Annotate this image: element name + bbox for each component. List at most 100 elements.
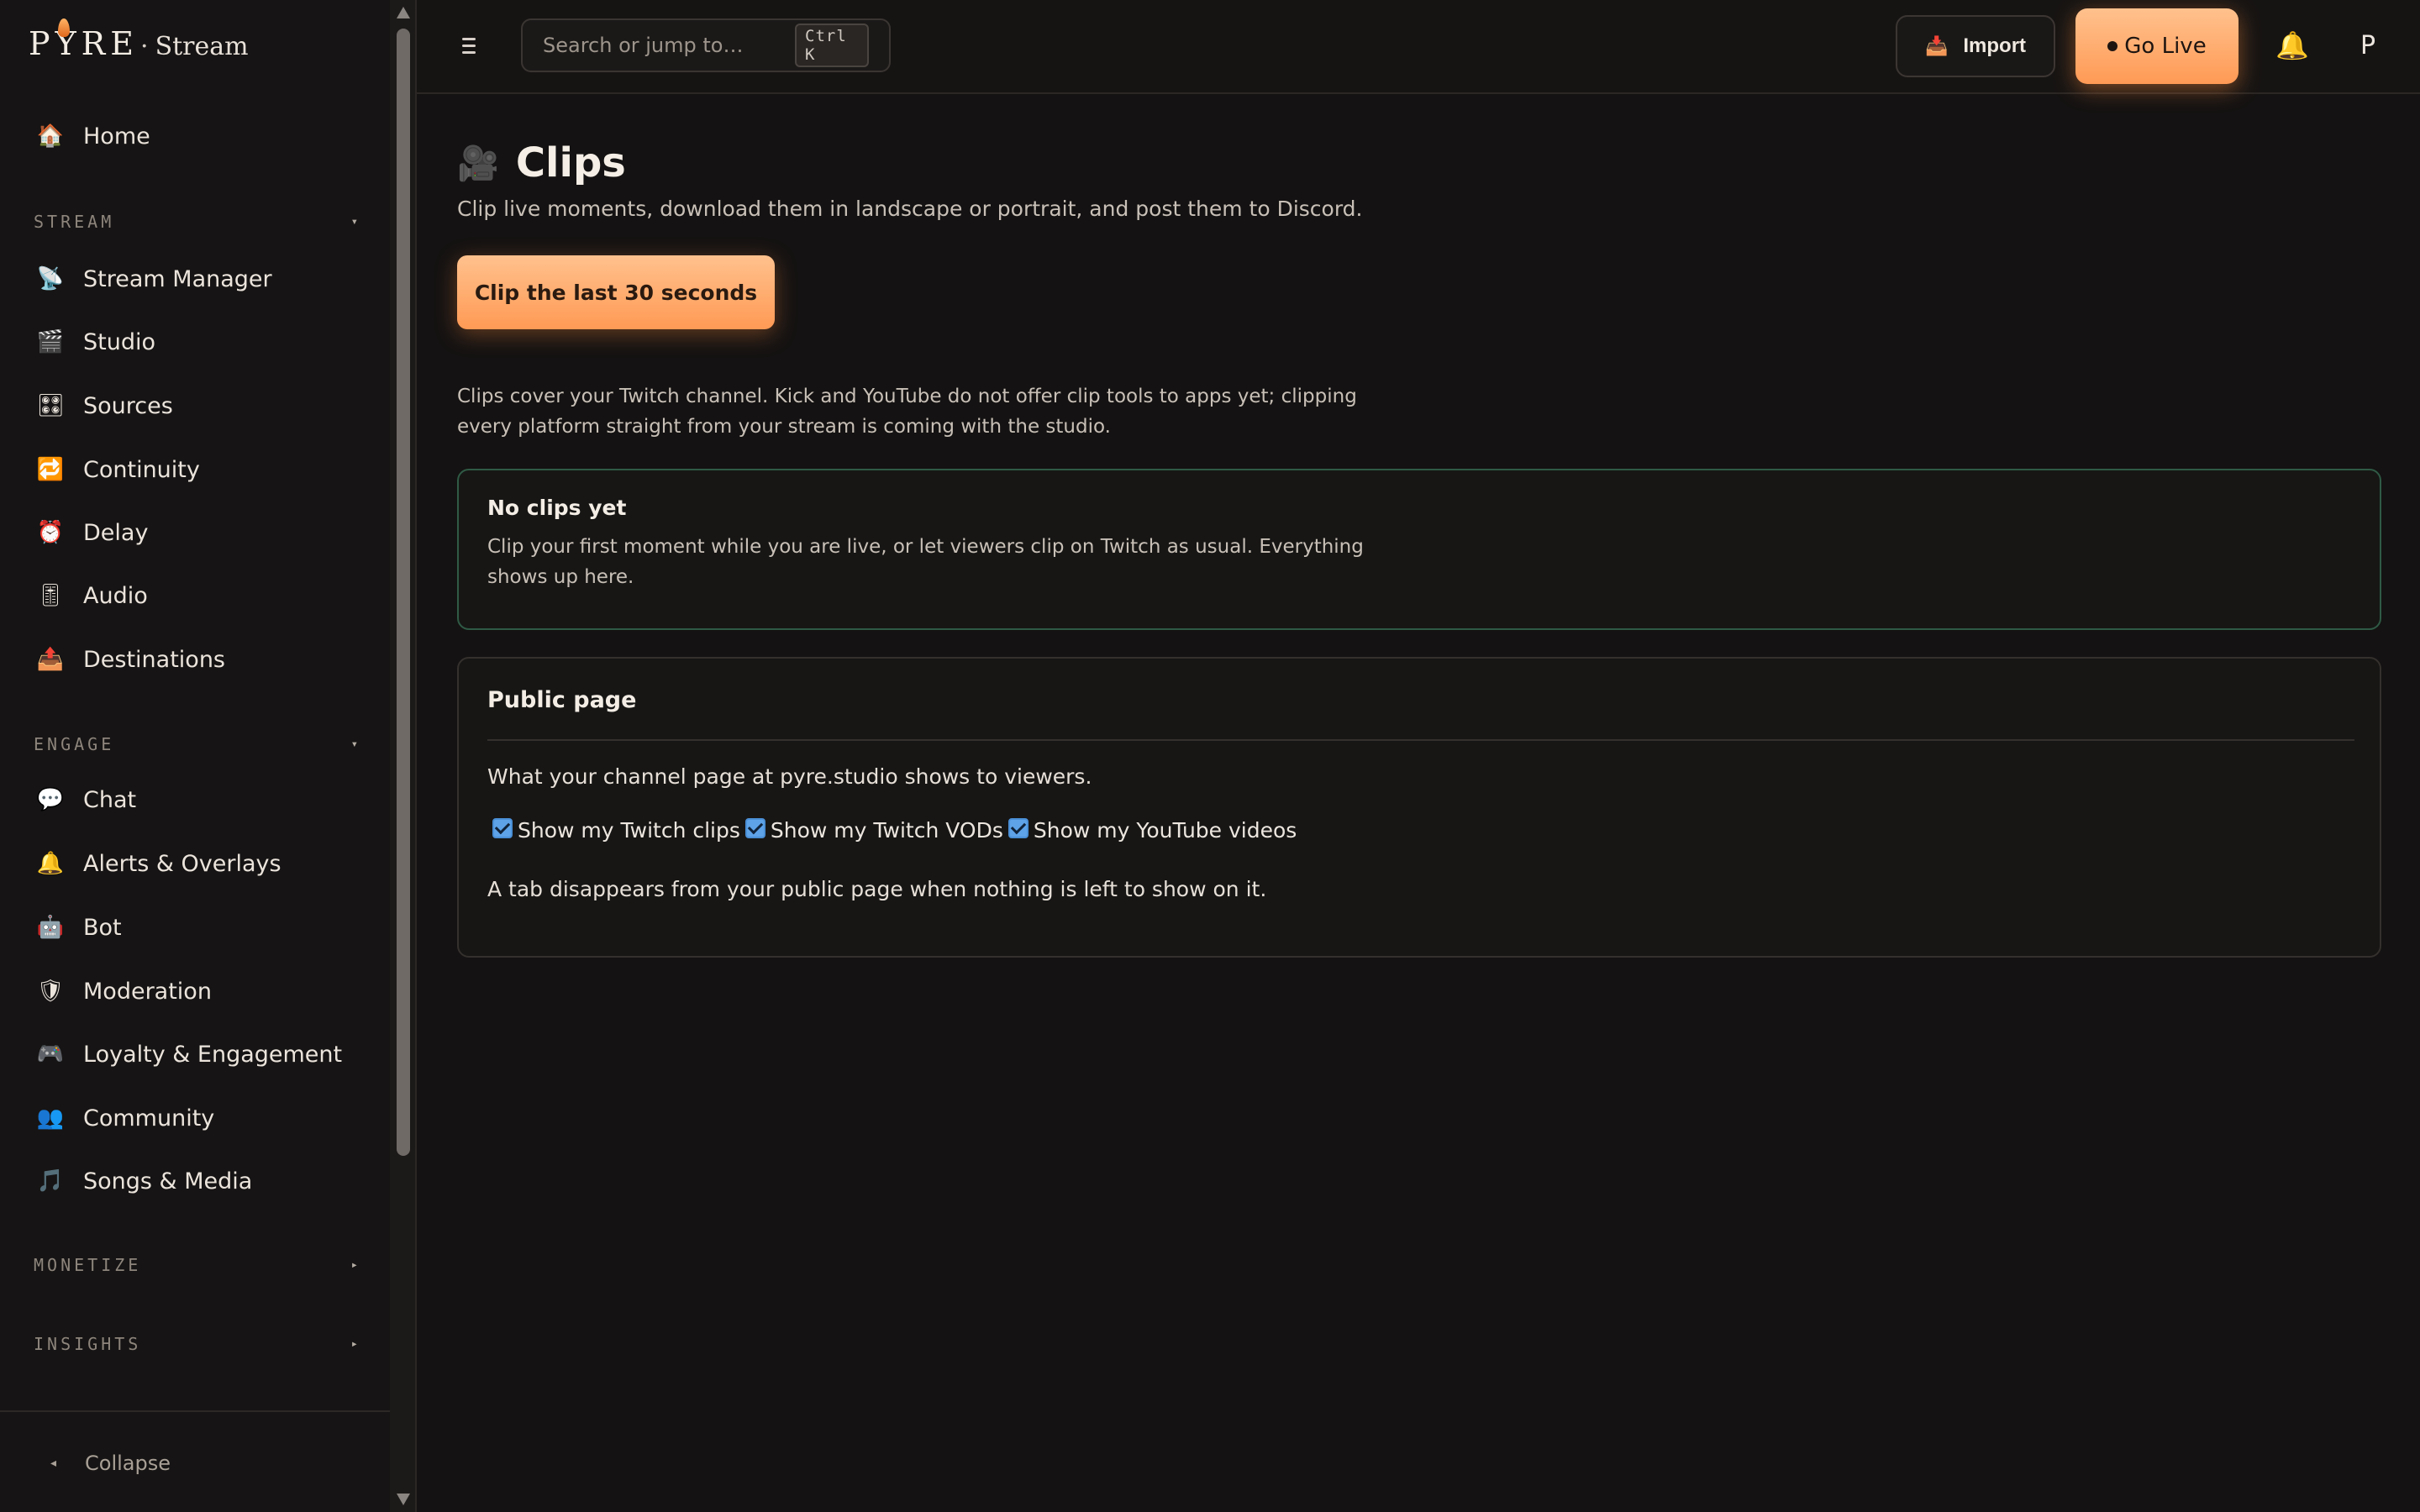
sidebar-item-label: Songs & Media	[83, 1168, 253, 1194]
search-input[interactable]	[543, 34, 795, 57]
alarm-clock-icon: ⏰	[36, 520, 65, 545]
chevron-left-icon: ◂	[50, 1457, 57, 1470]
sidebar-item-label: Home	[83, 123, 150, 150]
checkbox-label: Show my Twitch clips	[518, 818, 740, 843]
public-page-footnote: A tab disappears from your public page w…	[487, 877, 1267, 901]
clapper-board-icon: 🎬	[36, 329, 65, 354]
audio-meter-icon: 🎚	[36, 583, 65, 608]
sidebar-item-label: Community	[83, 1105, 215, 1131]
sidebar-item-label: Loyalty & Engagement	[83, 1041, 343, 1068]
sidebar: PYRE · Stream 🏠 Home STREAM ▾ 📡 Stream M…	[0, 0, 390, 1512]
repeat-icon: 🔁	[36, 457, 65, 482]
public-page-title: Public page	[487, 687, 637, 713]
public-page-card: Public page What your channel page at py…	[457, 657, 2381, 958]
scroll-down-arrow-icon[interactable]	[397, 1494, 410, 1505]
people-icon: 👥	[36, 1105, 65, 1131]
shield-icon: 🛡	[36, 979, 65, 1004]
section-label: ENGAGE	[34, 734, 115, 754]
collapse-sidebar-button[interactable]: ◂ Collapse	[50, 1445, 171, 1482]
sidebar-item-bot[interactable]: 🤖 Bot	[34, 904, 122, 951]
scroll-thumb[interactable]	[397, 29, 410, 1156]
speech-bubble-icon: 💬	[36, 787, 65, 812]
public-page-options: Show my Twitch clips Show my Twitch VODs…	[492, 817, 1302, 843]
satellite-dish-icon: 📡	[36, 266, 65, 291]
sidebar-item-stream-manager[interactable]: 📡 Stream Manager	[34, 255, 272, 302]
page-subtitle: Clip live moments, download them in land…	[457, 197, 1363, 221]
bell-icon[interactable]: 🔔	[2274, 27, 2311, 64]
avatar[interactable]: P	[2349, 25, 2386, 66]
sidebar-item-destinations[interactable]: 📤 Destinations	[34, 636, 225, 683]
checkbox-checked[interactable]	[1007, 817, 1028, 838]
sidebar-item-label: Sources	[83, 392, 173, 419]
checkbox-show-twitch-clips[interactable]: Show my Twitch clips	[492, 817, 740, 843]
sidebar-item-sources[interactable]: 🎛 Sources	[34, 382, 173, 429]
section-header-monetize[interactable]: MONETIZE ▸	[34, 1248, 358, 1282]
import-label: Import	[1963, 34, 2027, 57]
sidebar-item-label: Chat	[83, 786, 137, 813]
checkbox-checked[interactable]	[492, 817, 513, 838]
section-header-stream[interactable]: STREAM ▾	[34, 205, 358, 239]
checkbox-label: Show my Twitch VODs	[770, 818, 1003, 843]
divider	[487, 739, 2354, 741]
robot-icon: 🤖	[36, 915, 65, 940]
sidebar-item-continuity[interactable]: 🔁 Continuity	[34, 446, 200, 493]
sidebar-item-label: Bot	[83, 914, 122, 941]
brand-product: Stream	[155, 32, 249, 61]
sidebar-item-label: Destinations	[83, 646, 226, 673]
brand-name: PYRE	[29, 25, 139, 62]
house-icon: 🏠	[36, 123, 65, 149]
page-title: Clips	[515, 139, 626, 186]
sidebar-item-label: Delay	[83, 519, 149, 546]
section-label: STREAM	[34, 212, 115, 232]
top-bar: Ctrl K 📥 Import Go Live 🔔 P	[417, 0, 2420, 94]
hamburger-icon[interactable]	[462, 29, 482, 62]
sidebar-item-label: Stream Manager	[83, 265, 272, 292]
live-dot-icon	[2107, 41, 2118, 51]
music-note-icon: 🎵	[36, 1168, 65, 1194]
sidebar-scrollbar[interactable]	[390, 0, 417, 1512]
public-page-description: What your channel page at pyre.studio sh…	[487, 764, 1092, 789]
sidebar-item-label: Studio	[83, 328, 155, 355]
sidebar-item-loyalty-engagement[interactable]: 🎮 Loyalty & Engagement	[34, 1031, 342, 1078]
sidebar-item-chat[interactable]: 💬 Chat	[34, 776, 136, 823]
section-label: MONETIZE	[34, 1255, 142, 1275]
keyboard-shortcut-hint: Ctrl K	[795, 24, 869, 67]
sidebar-item-songs-media[interactable]: 🎵 Songs & Media	[34, 1158, 252, 1205]
bell-icon: 🔔	[36, 851, 65, 876]
go-live-label: Go Live	[2124, 34, 2207, 59]
sidebar-item-studio[interactable]: 🎬 Studio	[34, 318, 155, 365]
go-live-button[interactable]: Go Live	[2075, 8, 2238, 84]
sidebar-item-label: Moderation	[83, 978, 212, 1005]
sidebar-item-alerts-overlays[interactable]: 🔔 Alerts & Overlays	[34, 840, 281, 887]
game-controller-icon: 🎮	[36, 1042, 65, 1067]
checkbox-show-youtube-videos[interactable]: Show my YouTube videos	[1007, 817, 1297, 843]
outbox-tray-icon: 📤	[36, 647, 65, 672]
sidebar-item-label: Alerts & Overlays	[83, 850, 281, 877]
import-button[interactable]: 📥 Import	[1896, 15, 2055, 77]
sidebar-item-label: Continuity	[83, 456, 200, 483]
sidebar-item-moderation[interactable]: 🛡 Moderation	[34, 968, 212, 1015]
control-knobs-icon: 🎛	[36, 393, 65, 418]
empty-state-title: No clips yet	[487, 496, 627, 520]
brand-separator: ·	[140, 32, 149, 61]
sidebar-item-delay[interactable]: ⏰ Delay	[34, 509, 149, 556]
checkbox-label: Show my YouTube videos	[1033, 818, 1297, 843]
section-header-engage[interactable]: ENGAGE ▾	[34, 727, 358, 761]
chevron-down-icon: ▾	[350, 738, 358, 751]
scroll-up-arrow-icon[interactable]	[397, 7, 410, 18]
page-header: 🎥 Clips	[457, 136, 626, 190]
search-box[interactable]: Ctrl K	[521, 18, 891, 72]
section-header-insights[interactable]: INSIGHTS ▸	[34, 1327, 358, 1361]
sidebar-item-label: Audio	[83, 582, 148, 609]
collapse-label: Collapse	[85, 1452, 171, 1475]
chevron-down-icon: ▾	[350, 215, 358, 228]
sidebar-item-community[interactable]: 👥 Community	[34, 1095, 214, 1142]
sidebar-divider	[0, 1410, 390, 1412]
inbox-tray-icon: 📥	[1924, 35, 1949, 56]
checkbox-show-twitch-vods[interactable]: Show my Twitch VODs	[744, 817, 1003, 843]
clip-last-30-seconds-button[interactable]: Clip the last 30 seconds	[457, 255, 775, 329]
sidebar-item-home[interactable]: 🏠 Home	[34, 113, 150, 160]
brand-logo[interactable]: PYRE · Stream	[29, 18, 249, 76]
sidebar-item-audio[interactable]: 🎚 Audio	[34, 572, 148, 619]
checkbox-checked[interactable]	[744, 817, 765, 838]
